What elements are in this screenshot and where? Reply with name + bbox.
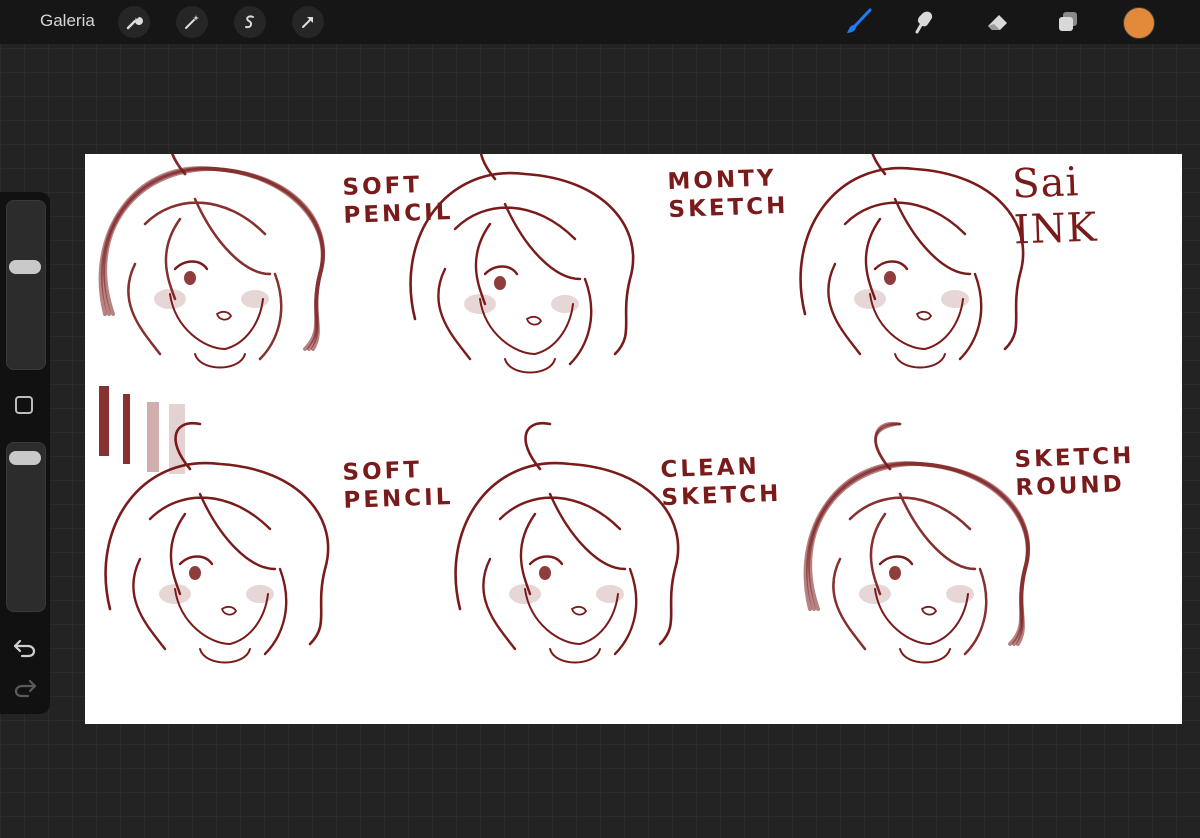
- wrench-icon: [126, 16, 143, 30]
- eye: [173, 260, 209, 271]
- label-soft-pencil-top: SOFT PENCIL: [342, 172, 454, 229]
- collar: [504, 358, 556, 374]
- transform-arrow-icon: [302, 17, 313, 28]
- blush: [941, 290, 969, 308]
- collar: [899, 648, 951, 664]
- blush: [154, 289, 186, 309]
- hair-bangs: [848, 492, 977, 596]
- label-sketch-round: SKETCH ROUND: [1014, 442, 1135, 502]
- eye-iris: [189, 566, 201, 580]
- hair-outline: [799, 166, 1025, 351]
- transform-button[interactable]: [292, 6, 324, 38]
- collar: [199, 648, 251, 664]
- collar: [194, 353, 246, 369]
- brush-size-knob[interactable]: [9, 260, 41, 274]
- brush-size-slider[interactable]: [6, 200, 46, 370]
- brush-icon: [847, 8, 872, 33]
- blush: [946, 585, 974, 603]
- hair-strand: [524, 421, 552, 471]
- hair-bangs: [453, 202, 582, 306]
- redo-icon[interactable]: [12, 678, 38, 698]
- eye-iris: [494, 276, 506, 290]
- drawing-canvas[interactable]: SOFT PENCIL MONTY SKETCH Sai INK SOFT PE…: [85, 154, 1182, 724]
- brush-test-stroke: [99, 386, 109, 456]
- label-clean-sketch: CLEAN SKETCH: [660, 453, 782, 512]
- eye: [483, 265, 519, 276]
- brush-test-stroke: [147, 402, 159, 472]
- eye: [178, 555, 214, 566]
- mouth: [216, 310, 233, 321]
- mouth: [916, 310, 933, 321]
- label-monty-sketch: MONTY SKETCH: [667, 165, 789, 224]
- top-toolbar: Galeria: [0, 0, 1200, 44]
- opacity-slider[interactable]: [6, 442, 46, 612]
- blush: [464, 294, 496, 314]
- smudge-icon: [915, 11, 933, 34]
- brush-test-stroke: [123, 394, 130, 464]
- gallery-button[interactable]: Galeria: [40, 11, 95, 31]
- mouth: [526, 315, 543, 326]
- blush: [596, 585, 624, 603]
- selection-icon: [245, 15, 254, 29]
- eraser-tool-button[interactable]: [982, 6, 1014, 38]
- hair-outline: [454, 461, 680, 646]
- layers-icon: [1059, 12, 1077, 31]
- blush: [859, 584, 891, 604]
- blush: [241, 290, 269, 308]
- eye: [878, 555, 914, 566]
- mouth: [571, 605, 588, 616]
- blush: [159, 584, 191, 604]
- selection-button[interactable]: [234, 6, 266, 38]
- modify-button[interactable]: [15, 396, 33, 414]
- label-sai-ink: Sai INK: [1011, 159, 1099, 254]
- color-picker-button[interactable]: [1123, 7, 1155, 39]
- hair-outline: [104, 461, 330, 646]
- eye-iris: [884, 271, 896, 285]
- hair-bangs: [848, 492, 977, 596]
- hair-bangs: [143, 197, 272, 301]
- left-sidebar: [0, 192, 50, 714]
- label-soft-pencil-bottom: SOFT PENCIL: [342, 457, 454, 514]
- blush: [509, 584, 541, 604]
- blush: [246, 585, 274, 603]
- hair-bangs: [148, 492, 277, 596]
- eye-iris: [539, 566, 551, 580]
- brush-tool-button[interactable]: [842, 6, 874, 38]
- brush-test-stroke: [169, 404, 185, 474]
- blush: [551, 295, 579, 313]
- layers-button[interactable]: [1052, 6, 1084, 38]
- eraser-icon: [988, 15, 1007, 30]
- hair-bangs: [143, 197, 272, 301]
- eye: [528, 555, 564, 566]
- smudge-tool-button[interactable]: [910, 6, 942, 38]
- collar: [894, 353, 946, 369]
- magic-wand-icon: [185, 15, 199, 29]
- eye-iris: [889, 566, 901, 580]
- hair-bangs: [843, 197, 972, 301]
- mouth: [921, 605, 938, 616]
- opacity-knob[interactable]: [9, 451, 41, 465]
- blush: [854, 289, 886, 309]
- eye-iris: [184, 271, 196, 285]
- collar: [549, 648, 601, 664]
- actions-button[interactable]: [118, 6, 150, 38]
- adjustments-button[interactable]: [176, 6, 208, 38]
- undo-icon[interactable]: [12, 638, 38, 658]
- hair-bangs: [143, 197, 272, 301]
- hair-bangs: [848, 492, 977, 596]
- hair-bangs: [498, 492, 627, 596]
- eye: [873, 260, 909, 271]
- mouth: [221, 605, 238, 616]
